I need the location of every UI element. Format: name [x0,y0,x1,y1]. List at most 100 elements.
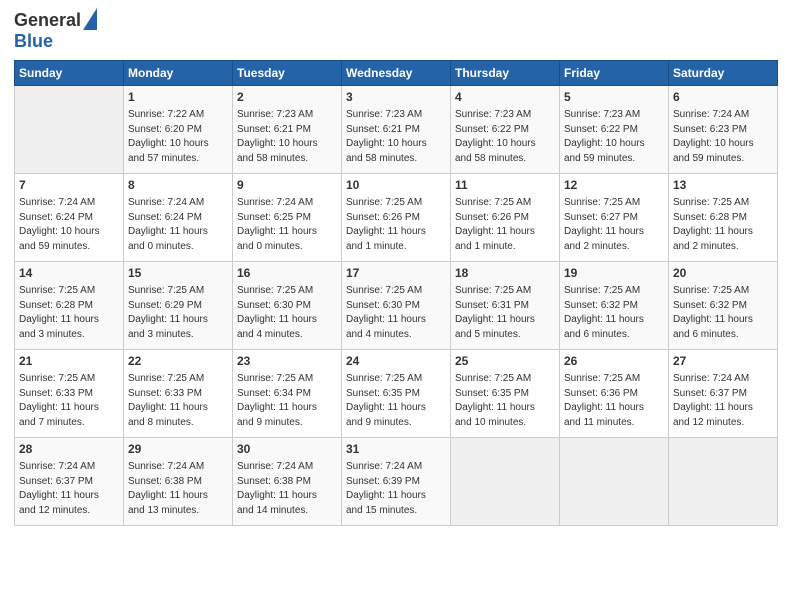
calendar-cell: 28Sunrise: 7:24 AM Sunset: 6:37 PM Dayli… [15,438,124,526]
calendar-cell: 7 Sunrise: 7:24 AM Sunset: 6:24 PM Daylig… [15,174,124,262]
day-number: 3 [346,89,446,106]
calendar-table: SundayMondayTuesdayWednesdayThursdayFrid… [14,60,778,526]
calendar-cell [15,86,124,174]
calendar-cell: 18Sunrise: 7:25 AM Sunset: 6:31 PM Dayli… [451,262,560,350]
calendar-cell: 26Sunrise: 7:25 AM Sunset: 6:36 PM Dayli… [560,350,669,438]
logo-blue-text: Blue [14,31,53,52]
calendar-cell: 9 Sunrise: 7:24 AM Sunset: 6:25 PM Daylig… [233,174,342,262]
calendar-cell: 27Sunrise: 7:24 AM Sunset: 6:37 PM Dayli… [669,350,778,438]
day-info: Sunrise: 7:24 AM Sunset: 6:24 PM Dayligh… [128,196,228,254]
day-info: Sunrise: 7:25 AM Sunset: 6:33 PM Dayligh… [19,372,119,430]
day-info: Sunrise: 7:25 AM Sunset: 6:35 PM Dayligh… [455,372,555,430]
day-info: Sunrise: 7:25 AM Sunset: 6:35 PM Dayligh… [346,372,446,430]
calendar-cell: 2Sunrise: 7:23 AM Sunset: 6:21 PM Daylig… [233,86,342,174]
calendar-cell: 25 Sunrise: 7:25 AM Sunset: 6:35 PM Dayli… [451,350,560,438]
day-number: 22 [128,353,228,370]
calendar-cell: 5 Sunrise: 7:23 AM Sunset: 6:22 PM Daylig… [560,86,669,174]
calendar-week-3: 14 Sunrise: 7:25 AM Sunset: 6:28 PM Dayli… [15,262,778,350]
calendar-cell: 15Sunrise: 7:25 AM Sunset: 6:29 PM Dayli… [124,262,233,350]
day-number: 16 [237,265,337,282]
calendar-cell: 4Sunrise: 7:23 AM Sunset: 6:22 PM Daylig… [451,86,560,174]
day-number: 28 [19,441,119,458]
day-info: Sunrise: 7:24 AM Sunset: 6:37 PM Dayligh… [673,372,773,430]
day-info: Sunrise: 7:24 AM Sunset: 6:38 PM Dayligh… [237,460,337,518]
calendar-cell [451,438,560,526]
calendar-cell: 16 Sunrise: 7:25 AM Sunset: 6:30 PM Dayli… [233,262,342,350]
day-number: 18 [455,265,555,282]
logo: General Blue [14,10,97,52]
header-day-friday: Friday [560,61,669,86]
calendar-week-2: 7 Sunrise: 7:24 AM Sunset: 6:24 PM Daylig… [15,174,778,262]
day-number: 24 [346,353,446,370]
day-info: Sunrise: 7:24 AM Sunset: 6:25 PM Dayligh… [237,196,337,254]
day-info: Sunrise: 7:24 AM Sunset: 6:38 PM Dayligh… [128,460,228,518]
page-header: General Blue [14,10,778,52]
calendar-cell: 14 Sunrise: 7:25 AM Sunset: 6:28 PM Dayli… [15,262,124,350]
calendar-cell [560,438,669,526]
calendar-week-4: 21Sunrise: 7:25 AM Sunset: 6:33 PM Dayli… [15,350,778,438]
day-info: Sunrise: 7:25 AM Sunset: 6:30 PM Dayligh… [346,284,446,342]
day-number: 17 [346,265,446,282]
header-day-monday: Monday [124,61,233,86]
day-info: Sunrise: 7:25 AM Sunset: 6:28 PM Dayligh… [673,196,773,254]
day-number: 6 [673,89,773,106]
calendar-cell: 12 Sunrise: 7:25 AM Sunset: 6:27 PM Dayli… [560,174,669,262]
day-info: Sunrise: 7:24 AM Sunset: 6:23 PM Dayligh… [673,108,773,166]
header-day-saturday: Saturday [669,61,778,86]
calendar-cell: 19Sunrise: 7:25 AM Sunset: 6:32 PM Dayli… [560,262,669,350]
day-number: 12 [564,177,664,194]
calendar-cell: 13 Sunrise: 7:25 AM Sunset: 6:28 PM Dayli… [669,174,778,262]
day-info: Sunrise: 7:23 AM Sunset: 6:21 PM Dayligh… [346,108,446,166]
day-number: 10 [346,177,446,194]
day-number: 13 [673,177,773,194]
calendar-cell: 21Sunrise: 7:25 AM Sunset: 6:33 PM Dayli… [15,350,124,438]
calendar-cell: 30Sunrise: 7:24 AM Sunset: 6:38 PM Dayli… [233,438,342,526]
calendar-cell: 23 Sunrise: 7:25 AM Sunset: 6:34 PM Dayli… [233,350,342,438]
day-number: 7 [19,177,119,194]
header-row: SundayMondayTuesdayWednesdayThursdayFrid… [15,61,778,86]
day-number: 19 [564,265,664,282]
calendar-cell: 31 Sunrise: 7:24 AM Sunset: 6:39 PM Dayli… [342,438,451,526]
day-number: 31 [346,441,446,458]
day-number: 26 [564,353,664,370]
day-number: 14 [19,265,119,282]
day-number: 25 [455,353,555,370]
header-day-tuesday: Tuesday [233,61,342,86]
calendar-cell: 29 Sunrise: 7:24 AM Sunset: 6:38 PM Dayli… [124,438,233,526]
logo-triangle-icon [83,8,97,30]
day-info: Sunrise: 7:25 AM Sunset: 6:32 PM Dayligh… [673,284,773,342]
day-info: Sunrise: 7:25 AM Sunset: 6:34 PM Dayligh… [237,372,337,430]
day-info: Sunrise: 7:23 AM Sunset: 6:22 PM Dayligh… [564,108,664,166]
header-day-sunday: Sunday [15,61,124,86]
calendar-cell: 3 Sunrise: 7:23 AM Sunset: 6:21 PM Daylig… [342,86,451,174]
day-number: 29 [128,441,228,458]
day-info: Sunrise: 7:25 AM Sunset: 6:26 PM Dayligh… [455,196,555,254]
calendar-week-1: 1 Sunrise: 7:22 AM Sunset: 6:20 PM Daylig… [15,86,778,174]
day-info: Sunrise: 7:25 AM Sunset: 6:28 PM Dayligh… [19,284,119,342]
calendar-cell: 24 Sunrise: 7:25 AM Sunset: 6:35 PM Dayli… [342,350,451,438]
calendar-cell: 11 Sunrise: 7:25 AM Sunset: 6:26 PM Dayli… [451,174,560,262]
day-info: Sunrise: 7:24 AM Sunset: 6:39 PM Dayligh… [346,460,446,518]
day-info: Sunrise: 7:22 AM Sunset: 6:20 PM Dayligh… [128,108,228,166]
day-info: Sunrise: 7:24 AM Sunset: 6:24 PM Dayligh… [19,196,119,254]
day-number: 1 [128,89,228,106]
day-info: Sunrise: 7:23 AM Sunset: 6:22 PM Dayligh… [455,108,555,166]
day-info: Sunrise: 7:25 AM Sunset: 6:30 PM Dayligh… [237,284,337,342]
calendar-week-5: 28Sunrise: 7:24 AM Sunset: 6:37 PM Dayli… [15,438,778,526]
day-number: 11 [455,177,555,194]
calendar-cell [669,438,778,526]
calendar-cell: 1 Sunrise: 7:22 AM Sunset: 6:20 PM Daylig… [124,86,233,174]
day-number: 5 [564,89,664,106]
logo-general-text: General [14,10,81,31]
day-info: Sunrise: 7:25 AM Sunset: 6:33 PM Dayligh… [128,372,228,430]
calendar-cell: 22 Sunrise: 7:25 AM Sunset: 6:33 PM Dayli… [124,350,233,438]
calendar-cell: 8Sunrise: 7:24 AM Sunset: 6:24 PM Daylig… [124,174,233,262]
day-info: Sunrise: 7:25 AM Sunset: 6:27 PM Dayligh… [564,196,664,254]
calendar-cell: 17 Sunrise: 7:25 AM Sunset: 6:30 PM Dayli… [342,262,451,350]
calendar-cell: 20Sunrise: 7:25 AM Sunset: 6:32 PM Dayli… [669,262,778,350]
calendar-cell: 10Sunrise: 7:25 AM Sunset: 6:26 PM Dayli… [342,174,451,262]
day-number: 23 [237,353,337,370]
calendar-cell: 6 Sunrise: 7:24 AM Sunset: 6:23 PM Daylig… [669,86,778,174]
header-day-wednesday: Wednesday [342,61,451,86]
day-number: 9 [237,177,337,194]
